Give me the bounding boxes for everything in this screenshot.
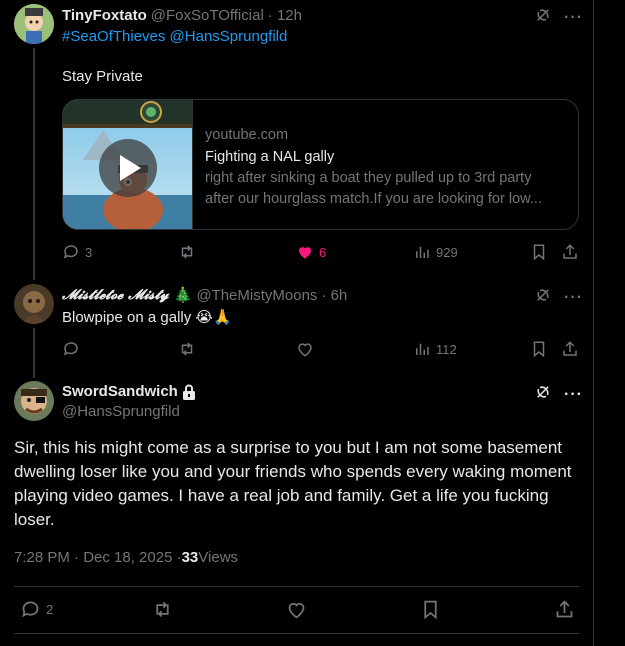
display-name[interactable]: TinyFoxtato [62,7,147,24]
display-name[interactable]: SwordSandwich [62,383,178,400]
reply-button[interactable] [62,340,85,358]
views-icon [416,343,429,355]
handle[interactable]: @TheMistyMoons [196,287,317,304]
tweet-hashtags[interactable]: #SeaOfThieves @HansSprungfild [62,28,287,45]
tweet-text: Blowpipe on a gally 😭🙏 [62,309,232,326]
repost-icon [156,601,169,618]
bookmark-icon [533,244,545,261]
repost-button[interactable] [178,243,201,261]
views-count: 929 [436,244,458,260]
reply-count: 2 [46,602,54,617]
share-icon [563,244,577,259]
thread-line [33,328,35,378]
timeline-column: TinyFoxtato @FoxSoTOfficial · 12h ··· #S… [0,0,594,646]
display-name[interactable]: 𝓜𝓲𝓼𝓽𝓵𝓮𝓽𝓸𝓮 𝓜𝓲𝓼𝓽𝔂 [62,287,169,303]
more-icon[interactable]: ··· [564,289,583,307]
tweet-text: Stay Private [62,68,143,85]
bookmark-button[interactable] [530,243,548,261]
repost-button[interactable] [152,599,173,620]
repost-icon [181,342,193,356]
tweet-header: TinyFoxtato @FoxSoTOfficial · 12h [62,7,302,24]
reply-icon [22,601,39,618]
heart-filled-icon [299,247,311,259]
views-button[interactable]: 112 [413,340,457,358]
reply-button[interactable]: 3 [62,243,92,261]
tweet-header: SwordSandwich [62,383,196,400]
share-icon [563,341,577,356]
bookmark-button[interactable] [420,599,441,620]
like-button[interactable]: 6 [296,243,326,261]
views-count: 33 [181,549,199,566]
grok-icon[interactable] [534,6,552,29]
views-label: Views [198,549,239,566]
divider [14,633,579,634]
main-tweet-meta: 7:28 PM · Dec 18, 2025 · 33 Views [14,549,238,566]
tweet-timestamp[interactable]: 7:28 PM · Dec 18, 2025 · [14,549,182,566]
card-title: Fighting a NAL gally [205,149,335,165]
heart-icon [288,602,305,619]
bookmark-button[interactable] [530,340,548,358]
views-button[interactable]: 929 [413,243,458,261]
heart-icon [298,343,312,357]
like-count: 6 [319,244,327,260]
views-count: 112 [436,341,457,357]
tree-emoji: 🎄 [173,287,193,304]
share-button[interactable] [561,340,579,358]
divider [14,586,579,587]
card-description-line2: after our hourglass match.If you are loo… [205,191,542,207]
card-description-line1: right after sinking a boat they pulled u… [205,170,532,186]
video-thumbnail[interactable] [63,100,193,229]
repost-icon [181,245,193,259]
grok-icon[interactable] [534,286,552,309]
avatar[interactable] [14,4,54,44]
reply-icon [63,342,78,356]
share-button[interactable] [554,599,575,620]
link-card[interactable]: youtube.com Fighting a NAL gally right a… [62,99,579,230]
tweet-header: 𝓜𝓲𝓼𝓽𝓵𝓮𝓽𝓸𝓮 𝓜𝓲𝓼𝓽𝔂 🎄 @TheMistyMoons · 6h [62,286,347,305]
like-button[interactable] [296,340,319,358]
tweet-header-actions: ··· [534,6,583,29]
handle[interactable]: @FoxSoTOfficial [151,7,264,24]
timestamp[interactable]: · 12h [268,7,302,24]
share-button[interactable] [561,243,579,261]
tweet-header-actions: ··· [534,383,583,406]
more-icon[interactable]: ··· [564,9,583,27]
share-icon [556,600,573,618]
like-button[interactable] [286,599,307,620]
bookmark-icon [533,341,545,358]
lock-icon [182,384,196,400]
timestamp[interactable]: · 6h [321,287,347,304]
repost-button[interactable] [178,340,201,358]
grok-icon[interactable] [534,383,552,406]
reply-icon [63,245,78,259]
reply-count: 3 [85,244,93,260]
handle[interactable]: @HansSprungfild [62,403,180,420]
more-icon[interactable]: ··· [564,386,583,404]
thread-line [33,48,35,280]
tweet-header-actions: ··· [534,286,583,309]
reply-button[interactable]: 2 [20,599,53,620]
card-domain: youtube.com [205,127,289,143]
main-tweet-text: Sir, this his might come as a surprise t… [14,438,572,529]
link-card-text: youtube.com Fighting a NAL gally right a… [193,100,578,229]
bookmark-icon [424,600,437,620]
views-icon [416,246,429,258]
avatar[interactable] [14,381,54,421]
avatar[interactable] [14,284,54,324]
